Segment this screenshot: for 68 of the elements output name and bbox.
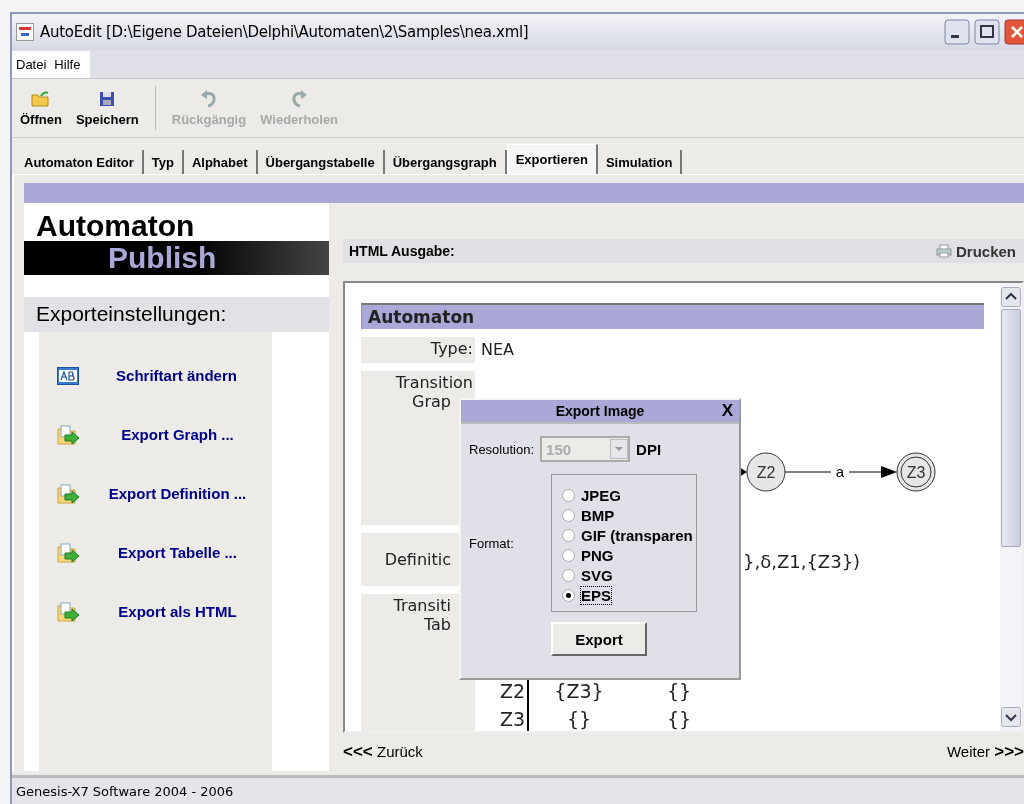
sidebar-link[interactable]: Export Graph ... (93, 426, 272, 443)
field-label: Tab (423, 615, 452, 634)
menu-item[interactable]: Hilfe (50, 50, 91, 78)
radio-button[interactable] (562, 488, 575, 502)
format-radio[interactable]: PNG (562, 545, 688, 565)
scrollbar[interactable] (1000, 283, 1022, 731)
logo: Automaton Publish (24, 203, 329, 275)
scroll-down-icon[interactable] (1001, 707, 1021, 727)
radio-button[interactable] (562, 568, 575, 582)
sidebar-link[interactable]: Export Tabelle ... (93, 544, 272, 561)
printer-icon (935, 244, 952, 258)
export-icon (57, 601, 81, 622)
table-cell-text: {} (565, 708, 593, 731)
radio-button[interactable] (562, 508, 575, 522)
dialog-title: Export Image (555, 403, 645, 419)
sidebar-link[interactable]: Schriftart ändern (91, 367, 272, 384)
radio-button[interactable] (562, 548, 575, 562)
back-link[interactable]: <<< Zurück (343, 742, 423, 762)
font-icon (57, 366, 79, 385)
next-link[interactable]: Weiter >>> (946, 742, 1024, 762)
format-radio[interactable]: JPEG (562, 485, 688, 505)
folder-icon (30, 89, 51, 108)
save-icon (98, 89, 117, 108)
radio-button[interactable] (562, 588, 575, 602)
field-value: },δ,Z1,{Z3}) (743, 550, 861, 572)
export-icon (57, 424, 81, 445)
export-icon (57, 483, 81, 504)
app-icon (16, 23, 34, 41)
state-node: Z3 (896, 452, 936, 492)
status-text: Genesis-X7 Software 2004 - 2006 (16, 783, 234, 799)
tab[interactable]: Exportieren (506, 144, 598, 174)
resolution-label: Resolution: (469, 441, 535, 457)
sidebar-link[interactable]: Export Definition ... (93, 485, 272, 502)
toolbar-button[interactable]: Speichern (71, 87, 143, 129)
field-label: Grap (412, 392, 452, 411)
sidebar-link[interactable]: Export als HTML (93, 603, 272, 620)
state-node: Z2 (746, 452, 786, 492)
window-title: AutoEdit [D:\Eigene Dateien\Delphi\Automaten\2\Samples\nea.xml] (40, 23, 529, 41)
unit-label: DPI (636, 440, 662, 458)
field-value: NEA (481, 340, 515, 359)
export-icon (57, 542, 81, 563)
output-heading: HTML Ausgabe: (349, 243, 455, 259)
field-label: Definitic (384, 550, 452, 569)
sidebar-heading: Exporteinstellungen: (24, 297, 329, 332)
format-radio[interactable]: EPS (562, 585, 688, 605)
format-label: Format: (469, 535, 515, 551)
table-cell-text: {} (665, 708, 693, 731)
table-cell: Z3 (481, 708, 529, 731)
scroll-thumb[interactable] (1001, 309, 1021, 547)
table-cell-text: {} (665, 680, 693, 704)
menu-item[interactable]: Datei (12, 50, 51, 78)
radio-button[interactable] (562, 528, 575, 542)
format-radio[interactable]: SVG (562, 565, 688, 585)
minimize-icon[interactable] (944, 19, 970, 45)
close-button[interactable]: X (721, 401, 733, 421)
field-label: Type: (361, 337, 475, 363)
toolbar-button[interactable]: Öffnen (16, 87, 66, 129)
section-title: Automaton (361, 303, 984, 329)
field-label: Transiti (393, 596, 452, 615)
table-cell-text: {Z3} (553, 680, 605, 704)
export-button[interactable]: Export (551, 622, 647, 656)
maximize-icon[interactable] (974, 19, 1000, 45)
edge-label: a (835, 463, 845, 480)
close-icon[interactable] (1004, 19, 1024, 45)
field-label: Transition (395, 373, 473, 392)
format-radio[interactable]: BMP (562, 505, 688, 525)
print-button[interactable]: Drucken (929, 241, 1022, 261)
scroll-up-icon[interactable] (1001, 287, 1021, 307)
